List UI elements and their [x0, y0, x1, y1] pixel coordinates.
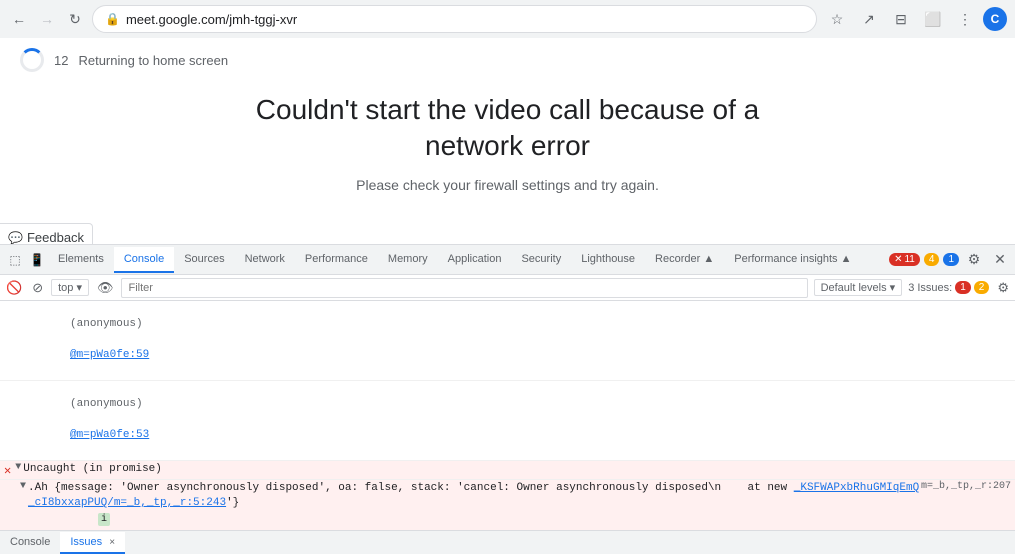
devtools-settings-icon[interactable]: ⚙ — [963, 249, 985, 271]
lock-icon: 🔒 — [105, 12, 120, 26]
console-row-anon2: (anonymous) @m=pWa0fe:53 — [0, 381, 1015, 461]
tab-elements[interactable]: Elements — [48, 247, 114, 273]
bottom-tab-issues[interactable]: Issues × — [60, 532, 125, 554]
toolbar-icons: ☆ ↗ ⊟ ⬜ ⋮ C — [823, 5, 1007, 33]
devtools-tabs: ⬚ 📱 Elements Console Sources Network Per… — [0, 245, 1015, 275]
settings-icon[interactable]: ⋮ — [951, 5, 979, 33]
console-row-anon1: (anonymous) @m=pWa0fe:59 — [0, 301, 1015, 381]
info-count: 1 — [948, 254, 954, 265]
back-button[interactable]: ← — [8, 8, 30, 30]
issues-badge: 3 Issues: 1 2 — [908, 281, 989, 294]
tab-sources[interactable]: Sources — [174, 247, 234, 273]
error-x-icon: ✕ — [894, 254, 902, 265]
issues-err-count: 1 — [960, 282, 966, 293]
tab-network[interactable]: Network — [235, 247, 295, 273]
bottom-tabs: Console Issues × — [0, 530, 1015, 554]
issues-warn-count: 2 — [979, 282, 985, 293]
device-icon[interactable]: 📱 — [26, 249, 48, 271]
top-selector[interactable]: top ▾ — [51, 279, 89, 296]
filter-input[interactable] — [121, 278, 807, 298]
error-subtext: Please check your firewall settings and … — [356, 177, 659, 193]
tab-lighthouse[interactable]: Lighthouse — [571, 247, 645, 273]
tab-application[interactable]: Application — [438, 247, 512, 273]
warn-count: 4 — [929, 254, 935, 265]
issues-error-badge: 1 — [955, 281, 971, 294]
issues-warn-badge: 2 — [974, 281, 990, 294]
tab-performance[interactable]: Performance — [295, 247, 378, 273]
inspect-icon[interactable]: ⬚ — [4, 249, 26, 271]
address-bar[interactable]: 🔒 meet.google.com/jmh-tggj-xvr — [92, 5, 817, 33]
default-levels[interactable]: Default levels ▾ — [814, 279, 903, 296]
console-row-error1-detail: ▼ .Ah {message: 'Owner asynchronously di… — [0, 480, 1015, 530]
devtools-close-icon[interactable]: ✕ — [989, 249, 1011, 271]
console-toolbar: 🚫 ⊘ top ▾ 👁 Default levels ▾ 3 Issues: 1… — [0, 275, 1015, 301]
forward-button[interactable]: → — [36, 8, 58, 30]
browser-chrome: ← → ↻ 🔒 meet.google.com/jmh-tggj-xvr ☆ ↗… — [0, 0, 1015, 39]
error-count: 11 — [904, 254, 914, 265]
error-heading: Couldn't start the video call because of… — [248, 92, 768, 165]
avatar[interactable]: C — [983, 7, 1007, 31]
tab-search-icon[interactable]: ⊟ — [887, 5, 915, 33]
window-icon[interactable]: ⬜ — [919, 5, 947, 33]
error-icon: ✕ — [4, 463, 11, 478]
error-badge: ✕ 11 — [889, 253, 920, 266]
spinner-text: Returning to home screen — [78, 53, 228, 68]
error-container: Couldn't start the video call because of… — [0, 82, 1015, 203]
bottom-tab-console[interactable]: Console — [0, 532, 60, 554]
tab-recorder[interactable]: Recorder ▲ — [645, 247, 724, 273]
loading-spinner — [20, 48, 44, 72]
issues-tab-close[interactable]: × — [109, 537, 115, 548]
filter-toggle-icon[interactable]: ⊘ — [30, 278, 45, 298]
browser-toolbar: ← → ↻ 🔒 meet.google.com/jmh-tggj-xvr ☆ ↗… — [0, 0, 1015, 38]
spinner-number: 12 — [54, 53, 68, 68]
page-wrapper: ← → ↻ 🔒 meet.google.com/jmh-tggj-xvr ☆ ↗… — [0, 0, 1015, 554]
feedback-label: Feedback — [27, 230, 84, 245]
tab-console[interactable]: Console — [114, 247, 174, 273]
info-badge: 1 — [943, 253, 959, 266]
tab-security[interactable]: Security — [511, 247, 571, 273]
issues-settings-icon[interactable]: ⚙ — [995, 278, 1011, 298]
console-content[interactable]: (anonymous) @m=pWa0fe:59 (anonymous) @m=… — [0, 301, 1015, 530]
devtools-right-icons: ✕ 11 4 1 ⚙ ✕ — [889, 249, 1011, 271]
reload-button[interactable]: ↻ — [64, 8, 86, 30]
warn-badge: 4 — [924, 253, 940, 266]
issues-label: 3 Issues: — [908, 282, 952, 294]
status-bar: 12 Returning to home screen — [0, 38, 1015, 82]
feedback-icon: 💬 — [8, 231, 23, 245]
tab-memory[interactable]: Memory — [378, 247, 438, 273]
info-tooltip: i — [98, 513, 110, 526]
url-text: meet.google.com/jmh-tggj-xvr — [126, 12, 804, 27]
eye-icon[interactable]: 👁 — [95, 278, 116, 298]
tab-perf-insights[interactable]: Performance insights ▲ — [724, 247, 861, 273]
bookmark-icon[interactable]: ☆ — [823, 5, 851, 33]
clear-console-icon[interactable]: 🚫 — [4, 278, 24, 298]
devtools-panel: ⬚ 📱 Elements Console Sources Network Per… — [0, 244, 1015, 554]
share-icon[interactable]: ↗ — [855, 5, 883, 33]
console-row-error1: ✕ ▼ Uncaught (in promise) — [0, 461, 1015, 480]
